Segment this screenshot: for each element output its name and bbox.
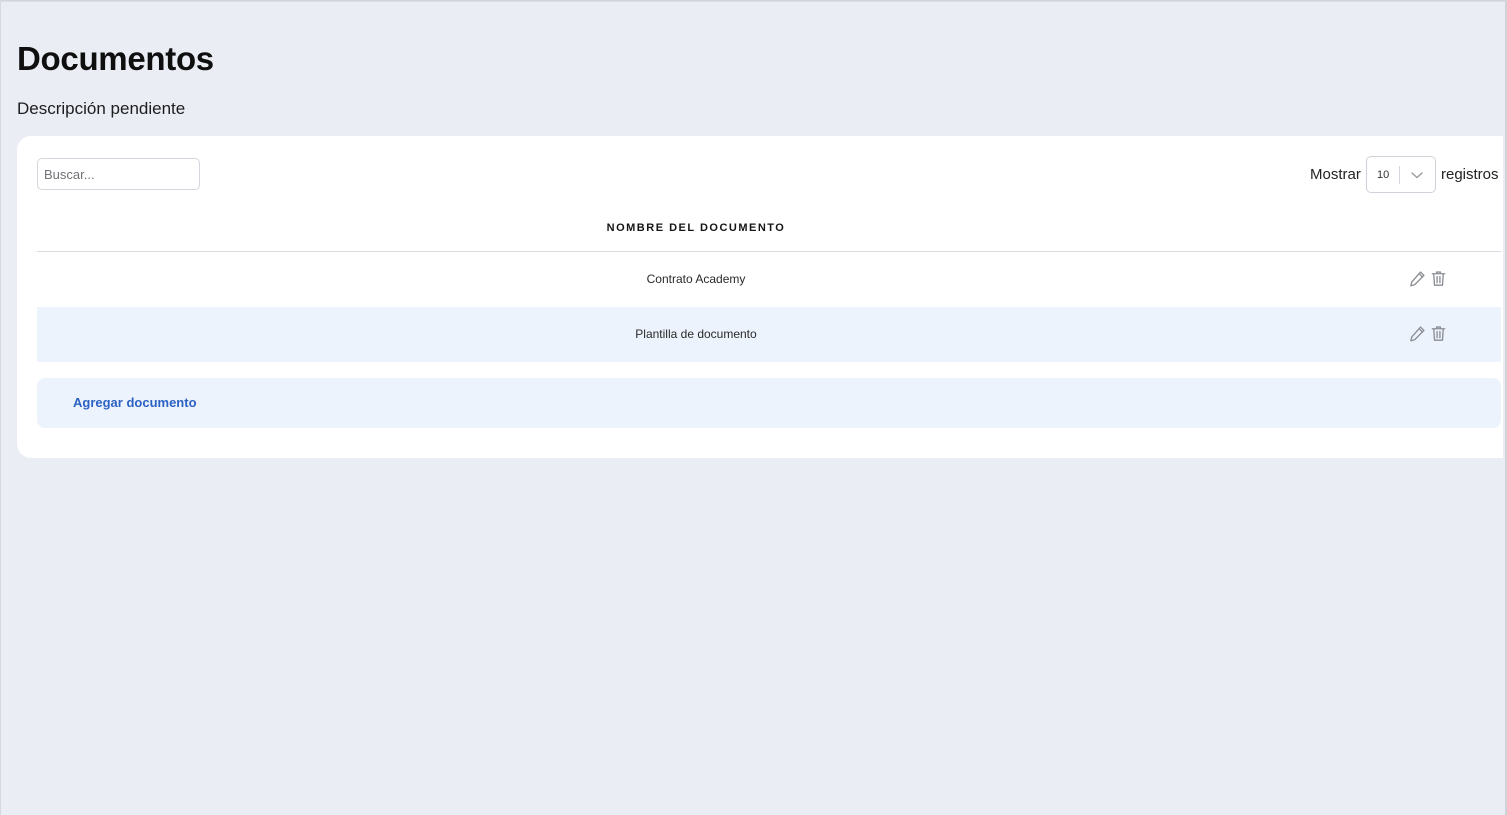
search-input[interactable] [37, 158, 200, 190]
documents-table: NOMBRE DEL DOCUMENTO Contrato Academy Pl… [37, 213, 1501, 362]
chevron-down-icon[interactable] [1410, 170, 1424, 180]
page-subtitle: Descripción pendiente [17, 99, 186, 118]
row-actions [1408, 324, 1448, 344]
show-label: Mostrar [1310, 166, 1361, 183]
trash-icon[interactable] [1429, 269, 1448, 288]
table-row: Contrato Academy [37, 252, 1501, 307]
page-title: Documentos [17, 40, 214, 77]
records-label: registros [1441, 166, 1499, 183]
row-actions [1408, 269, 1448, 289]
column-header-document-name[interactable]: NOMBRE DEL DOCUMENTO [37, 222, 1355, 234]
table-row: Plantilla de documento [37, 307, 1501, 362]
pencil-icon[interactable] [1408, 324, 1427, 343]
trash-icon[interactable] [1429, 324, 1448, 343]
table-header: NOMBRE DEL DOCUMENTO [37, 213, 1501, 252]
page-size-value: 10 [1377, 169, 1390, 181]
add-document-button[interactable]: Agregar documento [73, 395, 197, 410]
add-document-bar[interactable]: Agregar documento [37, 378, 1501, 428]
document-name: Plantilla de documento [635, 327, 757, 341]
window-left-edge [0, 0, 1, 815]
pencil-icon[interactable] [1408, 269, 1427, 288]
select-divider [1399, 166, 1400, 184]
document-name: Contrato Academy [646, 272, 746, 286]
window-top-shadow [0, 0, 1507, 2]
documents-card: Mostrar 10 registros NOMBRE DEL DOCUMENT… [17, 136, 1503, 458]
page-size-select[interactable]: 10 [1366, 156, 1436, 193]
